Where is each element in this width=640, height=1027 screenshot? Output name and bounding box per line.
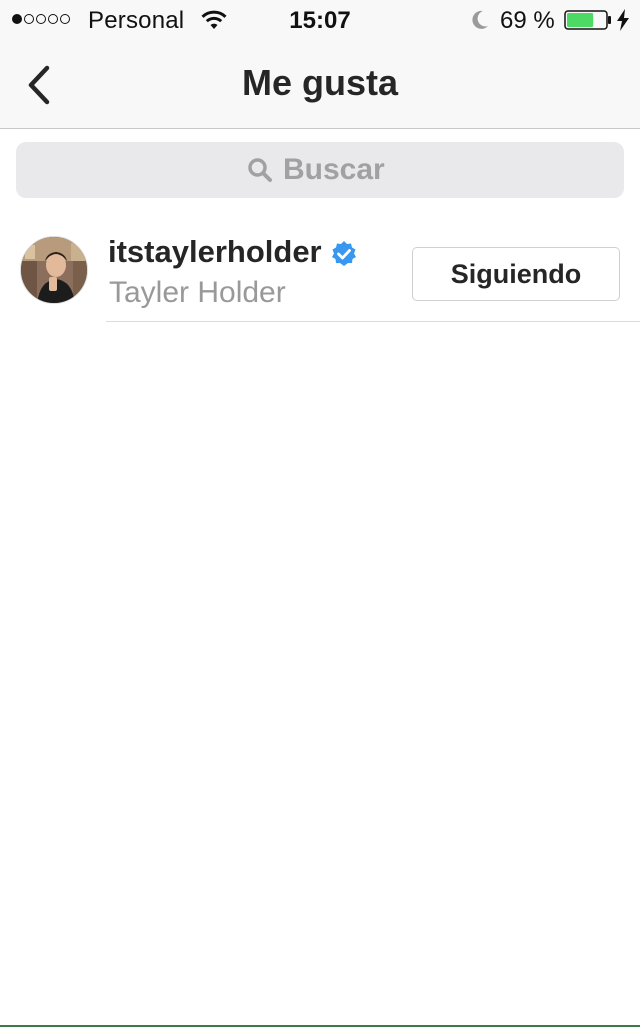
full-name: Tayler Holder: [109, 276, 286, 309]
search-bar[interactable]: [16, 142, 624, 198]
username-row: itstaylerholder: [108, 234, 358, 270]
status-bar: Personal 15:07 69 %: [0, 0, 640, 40]
charging-bolt-icon: [617, 9, 629, 31]
list-item[interactable]: itstaylerholder Tayler Holder Siguiendo: [0, 218, 640, 322]
battery-percentage: 69 %: [500, 7, 555, 34]
profile-photo: [21, 237, 87, 303]
battery-icon: [564, 10, 611, 30]
avatar[interactable]: [20, 236, 88, 304]
divider: [106, 321, 640, 322]
page-title: Me gusta: [241, 62, 399, 103]
username[interactable]: itstaylerholder: [108, 234, 322, 270]
verified-badge-icon: [331, 241, 356, 266]
search-icon: [248, 158, 272, 182]
do-not-disturb-moon-icon: [472, 10, 488, 29]
following-button[interactable]: Siguiendo: [412, 247, 620, 301]
likes-screen: Personal 15:07 69 % Me gusta Buscar itst…: [0, 0, 640, 1027]
navigation-bar: Me gusta: [0, 40, 640, 129]
search-input[interactable]: [283, 153, 393, 187]
